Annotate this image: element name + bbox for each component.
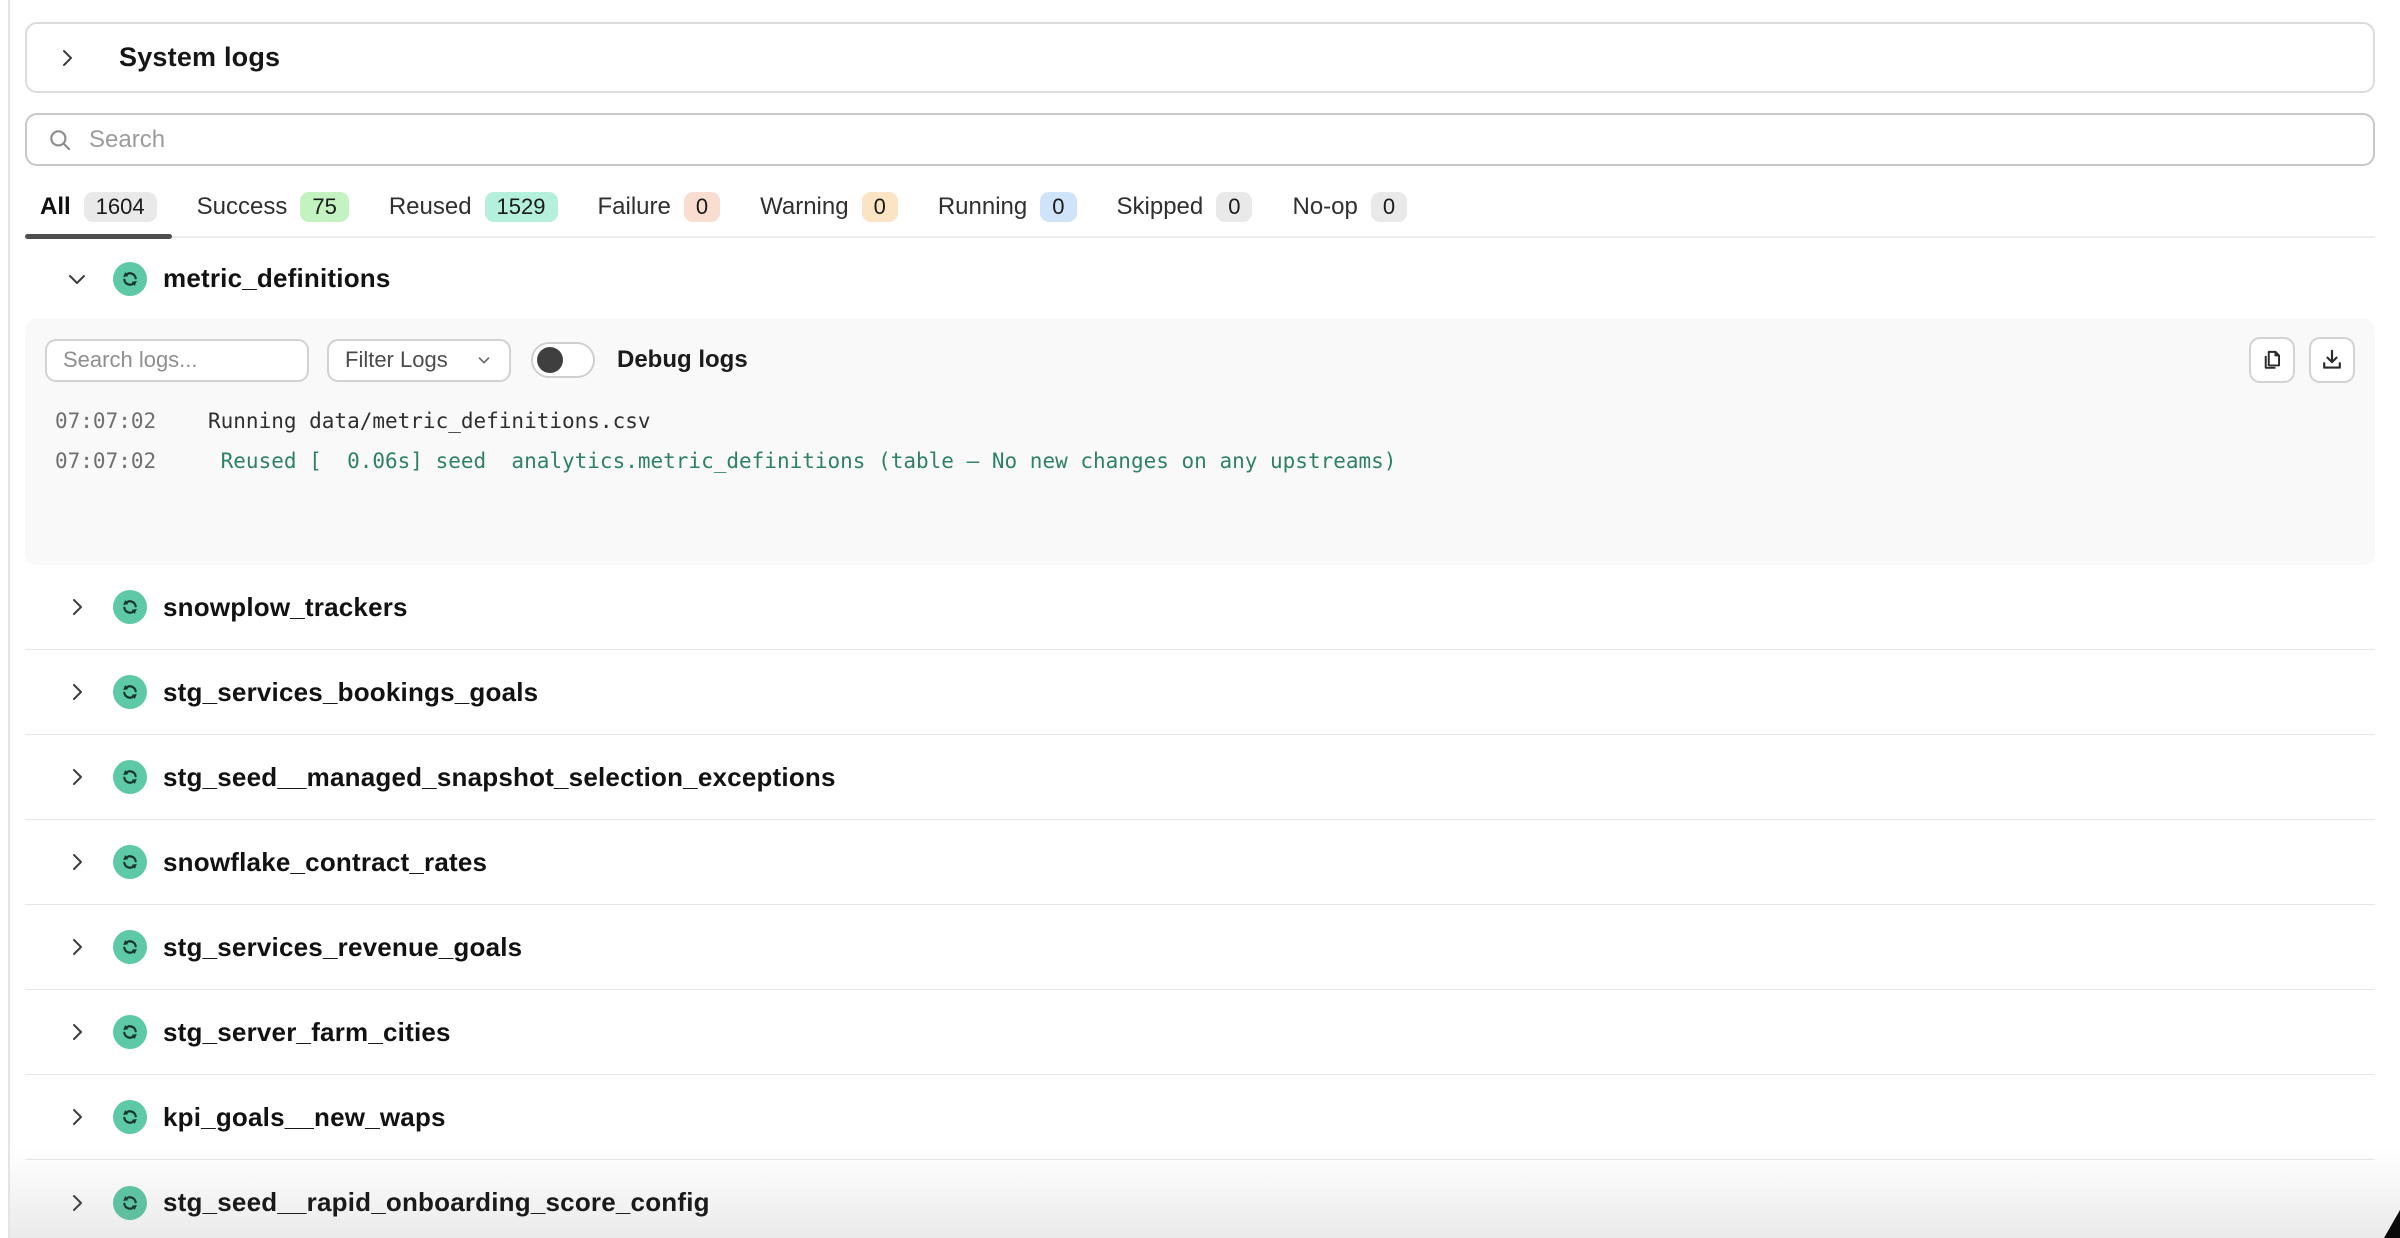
node-row-kpi-goals-new-waps[interactable]: kpi_goals__new_waps [25, 1075, 2375, 1160]
copy-icon [2259, 347, 2285, 373]
chevron-right-icon[interactable] [65, 680, 89, 704]
debug-logs-toggle[interactable] [531, 342, 595, 378]
reused-status-icon [113, 845, 147, 879]
tab-failure[interactable]: Failure 0 [583, 192, 736, 236]
copy-logs-button[interactable] [2249, 337, 2295, 383]
count-badge: 1529 [485, 192, 558, 222]
node-row-stg-services-bookings-goals[interactable]: stg_services_bookings_goals [25, 650, 2375, 735]
search-input[interactable] [89, 126, 689, 154]
chevron-right-icon[interactable] [65, 1191, 89, 1215]
node-row-stg-seed-managed-snapshot-selection-exceptions[interactable]: stg_seed__managed_snapshot_selection_exc… [25, 735, 2375, 820]
tab-reused[interactable]: Reused 1529 [374, 192, 573, 236]
count-badge: 0 [1216, 192, 1252, 222]
logs-toolbar: Filter Logs Debug logs [45, 337, 2355, 383]
chevron-right-icon[interactable] [65, 1105, 89, 1129]
log-timestamp: 07:07:02 [55, 401, 208, 441]
toggle-knob [537, 347, 563, 373]
reused-status-icon [113, 1100, 147, 1134]
log-timestamp: 07:07:02 [55, 441, 208, 481]
count-badge: 0 [684, 192, 720, 222]
node-label: stg_services_bookings_goals [163, 677, 538, 708]
log-search-input[interactable] [63, 347, 291, 373]
tab-skipped[interactable]: Skipped 0 [1102, 192, 1268, 236]
pane-left-divider [8, 0, 10, 1238]
status-tabs: All 1604 Success 75 Reused 1529 Failure … [25, 192, 2375, 238]
node-row-stg-seed-rapid-onboarding-score-config[interactable]: stg_seed__rapid_onboarding_score_config [25, 1160, 2375, 1238]
reused-status-icon [113, 760, 147, 794]
node-list: snowplow_trackers stg_services_bookings_… [25, 565, 2375, 1238]
tab-success[interactable]: Success 75 [182, 192, 364, 236]
tab-all[interactable]: All 1604 [25, 192, 172, 236]
count-badge: 0 [1040, 192, 1076, 222]
search-box[interactable] [25, 113, 2375, 166]
chevron-right-icon[interactable] [65, 1020, 89, 1044]
node-label: metric_definitions [163, 263, 391, 294]
download-icon [2319, 347, 2345, 373]
chevron-right-icon[interactable] [65, 765, 89, 789]
logs-panel: Filter Logs Debug logs [25, 319, 2375, 565]
search-icon [47, 127, 73, 153]
download-logs-button[interactable] [2309, 337, 2355, 383]
count-badge: 75 [300, 192, 348, 222]
reused-status-icon [113, 590, 147, 624]
active-tab-underline [25, 234, 172, 239]
node-row-metric-definitions[interactable]: metric_definitions [25, 238, 2375, 319]
chevron-down-icon[interactable] [65, 267, 89, 291]
log-viewer-page: System logs All 1604 Success 75 Reus [0, 0, 2400, 1238]
count-badge: 0 [1371, 192, 1407, 222]
tab-running[interactable]: Running 0 [923, 192, 1092, 236]
tab-warning[interactable]: Warning 0 [745, 192, 913, 236]
system-logs-header[interactable]: System logs [25, 22, 2375, 93]
log-line: 07:07:02 Running data/metric_definitions… [45, 401, 2355, 441]
node-label: stg_seed__rapid_onboarding_score_config [163, 1187, 710, 1218]
tab-noop[interactable]: No-op 0 [1277, 192, 1422, 236]
reused-status-icon [113, 675, 147, 709]
node-label: stg_seed__managed_snapshot_selection_exc… [163, 762, 836, 793]
system-logs-title: System logs [119, 42, 280, 73]
node-label: snowflake_contract_rates [163, 847, 487, 878]
node-row-stg-services-revenue-goals[interactable]: stg_services_revenue_goals [25, 905, 2375, 990]
log-search-box[interactable] [45, 339, 309, 382]
node-row-snowflake-contract-rates[interactable]: snowflake_contract_rates [25, 820, 2375, 905]
filter-logs-dropdown[interactable]: Filter Logs [327, 339, 511, 382]
log-line: 07:07:02 Reused [ 0.06s] seed analytics.… [45, 441, 2355, 481]
chevron-right-icon[interactable] [65, 935, 89, 959]
node-row-snowplow-trackers[interactable]: snowplow_trackers [25, 565, 2375, 650]
cursor-artifact [2384, 1210, 2400, 1238]
chevron-right-icon[interactable] [65, 595, 89, 619]
debug-logs-label: Debug logs [617, 346, 748, 374]
log-output: 07:07:02 Running data/metric_definitions… [45, 401, 2355, 481]
log-message: Reused [ 0.06s] seed analytics.metric_de… [208, 441, 1396, 481]
count-badge: 0 [862, 192, 898, 222]
log-message: Running data/metric_definitions.csv [208, 401, 651, 441]
node-label: snowplow_trackers [163, 592, 408, 623]
chevron-right-icon[interactable] [65, 850, 89, 874]
reused-status-icon [113, 1186, 147, 1220]
chevron-down-icon [475, 351, 493, 369]
node-label: stg_services_revenue_goals [163, 932, 522, 963]
node-label: stg_server_farm_cities [163, 1017, 451, 1048]
count-badge: 1604 [84, 192, 157, 222]
reused-status-icon [113, 930, 147, 964]
reused-status-icon [113, 1015, 147, 1049]
node-label: kpi_goals__new_waps [163, 1102, 446, 1133]
chevron-right-icon [55, 46, 79, 70]
reused-status-icon [113, 262, 147, 296]
node-row-stg-server-farm-cities[interactable]: stg_server_farm_cities [25, 990, 2375, 1075]
